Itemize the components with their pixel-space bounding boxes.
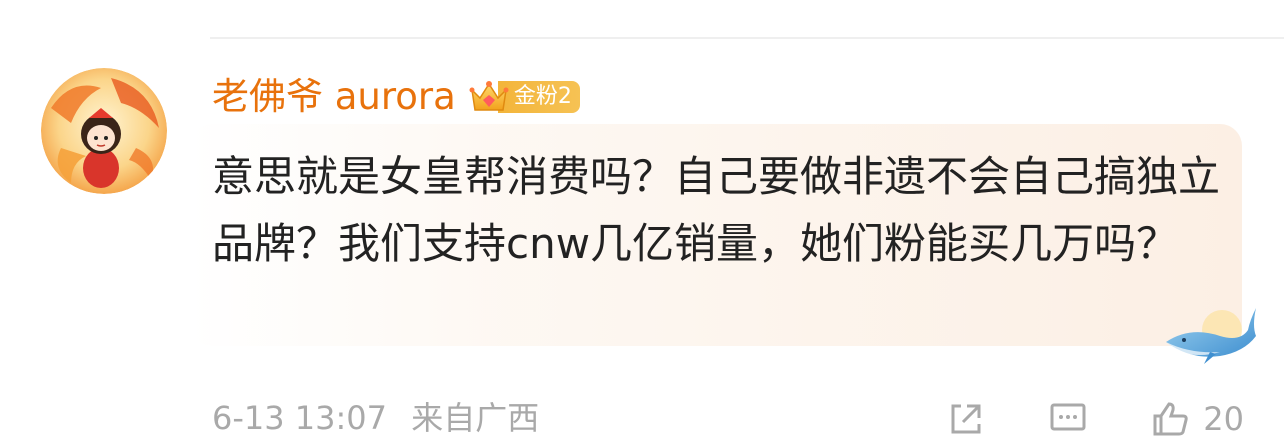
- thumbs-up-icon: [1153, 402, 1188, 436]
- comment-meta: 6-13 13:07 来自广西: [212, 398, 539, 438]
- comment-actions: 20: [945, 398, 1244, 440]
- fan-badge[interactable]: 金粉2: [468, 77, 580, 117]
- comment-icon[interactable]: [1047, 398, 1089, 440]
- comment-header: 老佛爷 aurora 金粉2: [212, 73, 580, 121]
- comment-text: 意思就是女皇帮消费吗？自己要做非遗不会自己搞独立品牌？我们支持cnw几亿销量，她…: [212, 152, 1221, 268]
- like-button[interactable]: 20: [1149, 398, 1244, 440]
- top-divider: [210, 37, 1284, 39]
- avatar[interactable]: [41, 68, 167, 194]
- avatar-image: [41, 68, 167, 194]
- comment-date: 6-13 13:07: [212, 399, 388, 437]
- fan-badge-label: 金粉2: [497, 81, 580, 113]
- share-icon[interactable]: [945, 398, 987, 440]
- crown-icon: [469, 81, 509, 111]
- comment-location: 来自广西: [411, 399, 540, 437]
- whale-icon: [1166, 308, 1256, 364]
- like-count: 20: [1203, 400, 1244, 438]
- username[interactable]: 老佛爷 aurora: [212, 73, 456, 121]
